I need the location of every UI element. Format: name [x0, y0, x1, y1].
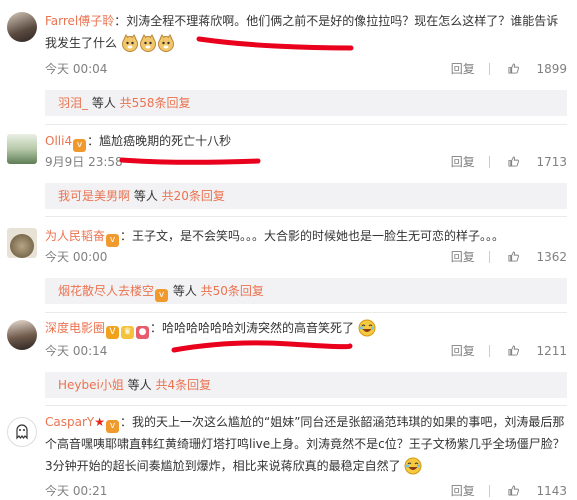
- reply-user-link[interactable]: 我可是美男啊: [58, 189, 130, 203]
- comment-body: ：我的天上一次这么尴尬的“姐妹”同台还是张韶涵范玮琪的如果的事吧，刘涛最后那个高…: [45, 415, 565, 473]
- comment-actions: 回复 1713: [437, 153, 567, 171]
- timestamp: 今天 00:00: [45, 250, 108, 264]
- like-count: 1713: [536, 155, 567, 169]
- reply-button[interactable]: 回复: [451, 344, 475, 358]
- comment-meta: 今天 00:21 回复 1143: [45, 482, 567, 500]
- divider: [488, 156, 490, 168]
- replies-summary[interactable]: 羽泪_ 等人 共558条回复: [45, 90, 567, 116]
- comment-actions: 回复 1211: [437, 342, 567, 360]
- comment-meta: 9月9日 23:58 回复 1713: [45, 153, 567, 171]
- like-button[interactable]: 1899: [508, 62, 567, 76]
- reply-label: 等人: [169, 284, 201, 298]
- vip-badge-icon: v: [73, 139, 87, 152]
- reply-count-link[interactable]: 共558条回复: [120, 96, 191, 110]
- comment-text: 为人民韬奋 v ：王子文，是不会笑吗。。。大合影的时候她也是一脸生无可恋的样子。。。: [45, 225, 567, 247]
- reply-user-link[interactable]: Heybei小姐: [58, 378, 124, 392]
- avatar[interactable]: [7, 228, 37, 258]
- timestamp: 9月9日 23:58: [45, 155, 123, 169]
- comment-text: CasparY★ v ：我的天上一次这么尴尬的“姐妹”同台还是张韶涵范玮琪的如果的事…: [45, 411, 567, 477]
- avatar[interactable]: [7, 417, 37, 447]
- like-count: 1899: [536, 62, 567, 76]
- replies-summary[interactable]: 我可是美男啊 等人 共20条回复: [45, 183, 567, 209]
- replies-summary[interactable]: Heybei小姐 等人 共4条回复: [45, 372, 567, 398]
- comment-meta: 今天 00:14 回复 1211: [45, 342, 567, 360]
- like-icon: [508, 485, 519, 496]
- divider: [488, 485, 490, 497]
- timestamp: 今天 00:04: [45, 62, 108, 76]
- like-icon: [508, 63, 519, 74]
- reply-user-link[interactable]: 烟花散尽人去楼空: [58, 284, 154, 298]
- comment-text: Olli4 v ：尴尬癌晚期的死亡十八秒: [45, 130, 567, 152]
- comment-actions: 回复 1362: [437, 248, 567, 266]
- vip-badge-icon: V: [106, 326, 120, 339]
- like-button[interactable]: 1713: [508, 155, 567, 169]
- commenter-name[interactable]: 为人民韬奋: [45, 229, 105, 243]
- reply-button[interactable]: 回复: [451, 250, 475, 264]
- timestamp: 今天 00:21: [45, 484, 108, 498]
- avatar[interactable]: [7, 134, 37, 164]
- commenter-name[interactable]: Farrel傅子聆: [45, 14, 114, 28]
- like-count: 1362: [536, 250, 567, 264]
- replies-summary[interactable]: 烟花散尽人去楼空 v 等人 共50条回复: [45, 278, 567, 304]
- vip-badge-icon: v: [105, 420, 119, 433]
- like-button[interactable]: 1143: [508, 484, 567, 498]
- reply-label: 等人: [123, 378, 156, 392]
- laugh-emoji-icon: [358, 319, 376, 337]
- like-icon: [508, 345, 519, 356]
- comment-body: ：尴尬癌晚期的死亡十八秒: [87, 134, 232, 148]
- comment-meta: 今天 00:00 回复 1362: [45, 248, 567, 266]
- doge-emoji-icon: [121, 34, 138, 52]
- like-button[interactable]: 1362: [508, 250, 567, 264]
- commenter-name[interactable]: Olli4: [45, 134, 72, 148]
- timestamp: 今天 00:14: [45, 344, 108, 358]
- like-button[interactable]: 1211: [508, 344, 567, 358]
- comment-actions: 回复 1143: [437, 482, 567, 500]
- like-icon: [508, 156, 519, 167]
- vip-badge-icon: v: [155, 289, 169, 302]
- divider: [45, 312, 567, 313]
- like-count: 1143: [536, 484, 567, 498]
- comment-actions: 回复 1899: [437, 60, 567, 78]
- avatar[interactable]: [7, 12, 37, 42]
- reply-button[interactable]: 回复: [451, 155, 475, 169]
- divider: [488, 345, 490, 357]
- avatar[interactable]: [7, 320, 37, 350]
- comment-text: Farrel傅子聆：刘涛全程不理蒋欣啊。他们俩之前不是好的像拉拉吗？现在怎么这样…: [45, 10, 567, 54]
- divider: [45, 124, 567, 125]
- comment-body: ：王子文，是不会笑吗。。。大合影的时候她也是一脸生无可恋的样子。。。: [120, 229, 505, 243]
- commenter-name[interactable]: 深度电影圈: [45, 321, 105, 335]
- reply-count-link[interactable]: 共50条回复: [201, 284, 264, 298]
- trophy-badge-icon: ♛: [121, 326, 135, 339]
- reply-button[interactable]: 回复: [451, 484, 475, 498]
- comment-body: ：哈哈哈哈哈哈刘涛突然的高音笑死了: [150, 321, 355, 335]
- reply-label: 等人: [88, 96, 120, 110]
- laugh-emoji-icon: [404, 457, 422, 475]
- divider: [45, 216, 567, 217]
- comment-text: 深度电影圈 V ♛ ● ：哈哈哈哈哈哈刘涛突然的高音笑死了: [45, 317, 567, 339]
- reply-count-link[interactable]: 共4条回复: [155, 378, 211, 392]
- divider: [488, 63, 490, 75]
- reply-count-link[interactable]: 共20条回复: [162, 189, 225, 203]
- doge-emoji-icon: [157, 34, 174, 52]
- divider: [45, 405, 567, 406]
- ghost-avatar-icon: [16, 424, 28, 440]
- balloon-badge-icon: ●: [136, 326, 150, 339]
- reply-user-link[interactable]: 羽泪_: [58, 96, 88, 110]
- commenter-name[interactable]: CasparY: [45, 415, 94, 429]
- comment-meta: 今天 00:04 回复 1899: [45, 60, 567, 78]
- star-badge-icon: ★: [94, 415, 105, 429]
- vip-badge-icon: v: [106, 234, 120, 247]
- like-icon: [508, 251, 519, 262]
- like-count: 1211: [536, 344, 567, 358]
- divider: [488, 251, 490, 263]
- reply-label: 等人: [130, 189, 162, 203]
- reply-button[interactable]: 回复: [451, 62, 475, 76]
- doge-emoji-icon: [139, 34, 156, 52]
